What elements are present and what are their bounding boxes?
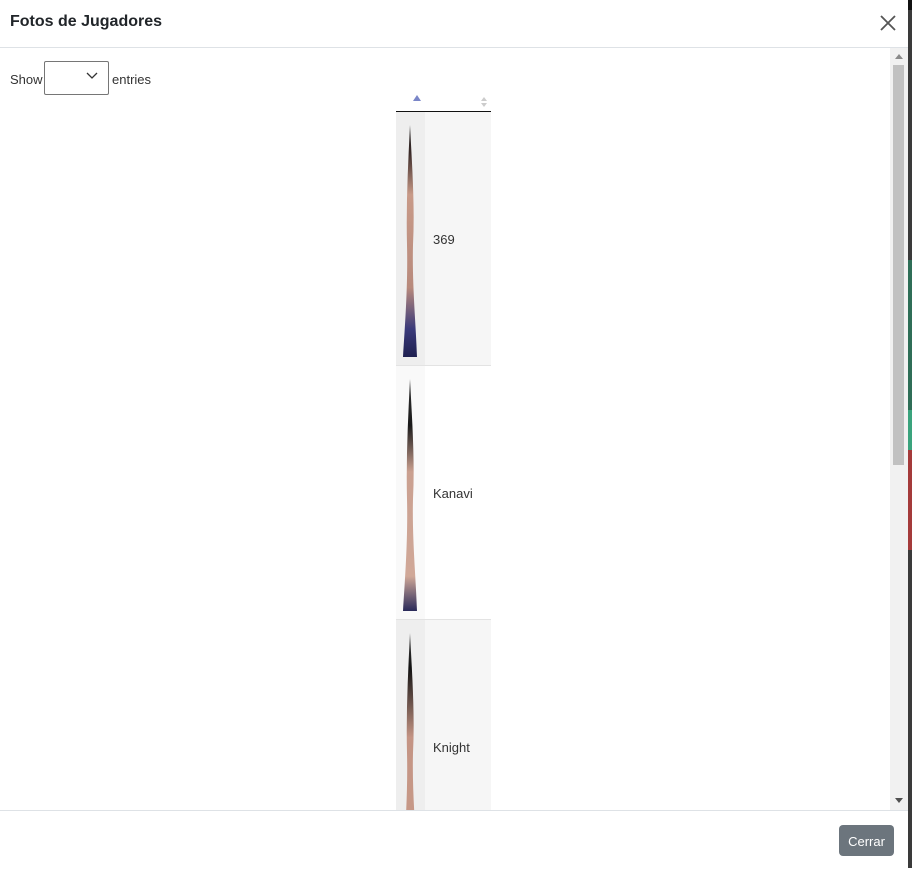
player-name: Knight <box>433 740 470 755</box>
player-photo <box>403 125 417 357</box>
name-cell: Kanavi <box>425 366 491 619</box>
player-photo <box>406 633 415 810</box>
entries-select[interactable] <box>44 61 109 95</box>
photo-cell <box>396 112 425 365</box>
modal-body: Show entries 369 Kanavi Knight <box>0 48 890 810</box>
background-edge-segment <box>908 260 912 410</box>
modal-scrollbar[interactable] <box>890 48 908 810</box>
player-name: Kanavi <box>433 486 473 501</box>
photo-cell <box>396 620 425 810</box>
table-row: 369 <box>396 112 491 366</box>
name-cell: 369 <box>425 112 491 365</box>
background-page-edge <box>908 0 912 868</box>
background-edge-segment <box>908 0 912 10</box>
scroll-up-arrow-icon[interactable] <box>895 54 903 59</box>
players-table: 369 Kanavi Knight <box>396 92 491 810</box>
chevron-down-icon <box>86 72 98 79</box>
player-name: 369 <box>433 232 455 247</box>
table-row: Kanavi <box>396 366 491 620</box>
sort-both-icon[interactable] <box>480 96 488 108</box>
modal-footer: Cerrar <box>0 810 908 869</box>
modal-title: Fotos de Jugadores <box>10 13 163 30</box>
cerrar-button[interactable]: Cerrar <box>839 825 894 856</box>
table-header <box>396 92 491 112</box>
scrollbar-thumb[interactable] <box>893 65 904 465</box>
table-row: Knight <box>396 620 491 810</box>
sort-ascending-icon[interactable] <box>413 95 421 101</box>
player-photos-modal: Fotos de Jugadores Show entries 369 Kana… <box>0 0 908 868</box>
name-cell: Knight <box>425 620 491 810</box>
close-icon[interactable] <box>876 11 900 35</box>
modal-header: Fotos de Jugadores <box>0 0 908 48</box>
entries-label: entries <box>112 72 152 87</box>
scroll-down-arrow-icon[interactable] <box>895 798 903 803</box>
player-photo <box>403 379 417 611</box>
background-edge-segment <box>908 410 912 450</box>
background-edge-segment <box>908 450 912 550</box>
photo-cell <box>396 366 425 619</box>
show-label: Show <box>10 72 43 87</box>
